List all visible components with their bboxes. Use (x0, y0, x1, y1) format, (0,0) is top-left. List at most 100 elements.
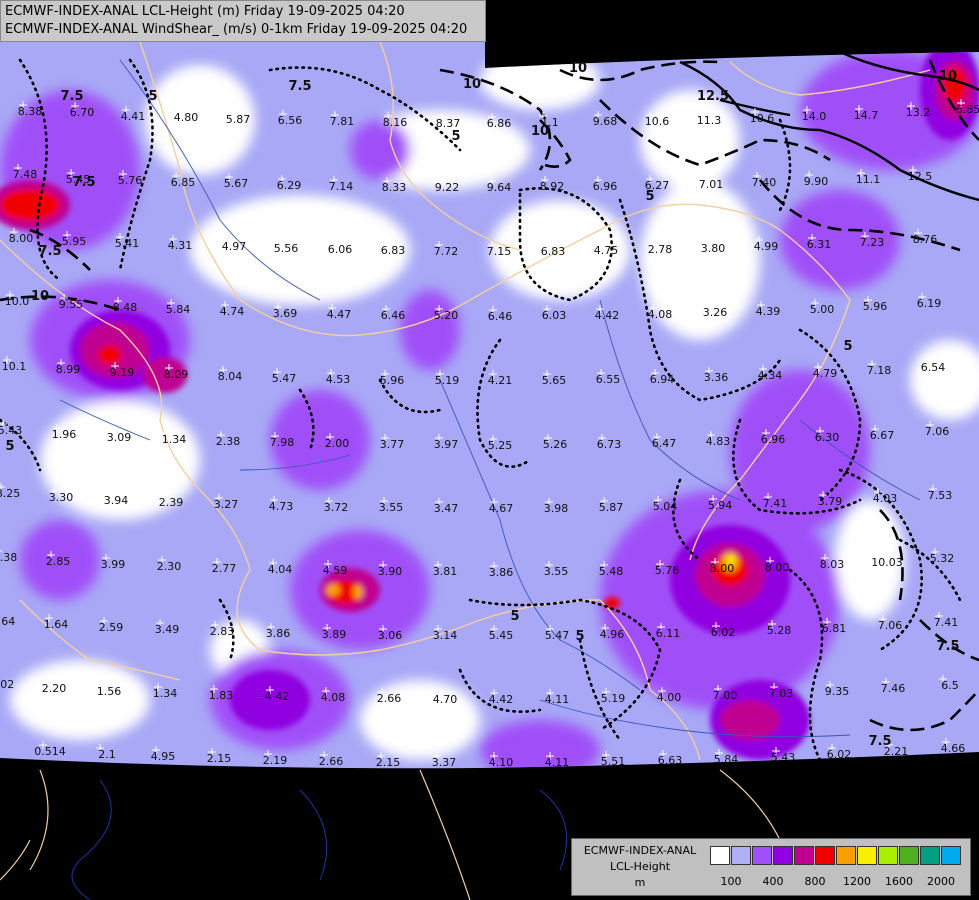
wind-shear-value: 6.19 (917, 297, 942, 310)
wind-shear-value: 7.01 (699, 178, 724, 191)
legend-tick: 1200 (843, 875, 871, 888)
wind-shear-value: 8.00 (9, 232, 34, 245)
contour-label: 5 (451, 129, 460, 144)
contour-label: 5 (843, 339, 852, 354)
wind-shear-value: 3.90 (378, 565, 403, 578)
wind-shear-value: 3.77 (380, 438, 405, 451)
wind-shear-value: 6.56 (278, 114, 303, 127)
wind-shear-value: 8.00 (710, 562, 735, 575)
wind-shear-value: 4.21 (488, 374, 513, 387)
wind-shear-value: 4.10 (489, 756, 514, 769)
wind-shear-value: 6.83 (541, 245, 566, 258)
wind-shear-value: 5.94 (708, 499, 733, 512)
wind-shear-value: 9.64 (487, 181, 512, 194)
wind-shear-value: 5.87 (226, 113, 251, 126)
wind-shear-value: 8.92 (540, 180, 565, 193)
wind-shear-value: 11.1 (856, 173, 881, 186)
wind-shear-value: 8.03 (820, 558, 845, 571)
wind-shear-value: 3.69 (273, 307, 298, 320)
wind-shear-value: 5.32 (930, 552, 955, 565)
wind-shear-value: 2.77 (212, 562, 237, 575)
wind-shear-value: 3.94 (104, 494, 129, 507)
wind-shear-value: 4.42 (595, 309, 620, 322)
wind-shear-value: 3.26 (703, 306, 728, 319)
wind-shear-value: 3.36 (704, 371, 729, 384)
wind-shear-value: 4.75 (594, 244, 619, 257)
wind-shear-value: 2.15 (207, 752, 232, 765)
wind-shear-value: 3.30 (49, 491, 74, 504)
wind-shear-value: 4.95 (151, 750, 176, 763)
wind-shear-value: 4.39 (756, 305, 781, 318)
wind-shear-value: 5.76 (655, 564, 680, 577)
wind-shear-value: 2.19 (263, 754, 288, 767)
wind-shear-value: 5.04 (653, 500, 678, 513)
contour-label: 7.5 (60, 89, 83, 104)
legend: ECMWF-INDEX-ANAL LCL-Height m 100 400 800 1… (571, 838, 971, 896)
wind-shear-value: 4.42 (489, 693, 514, 706)
wind-shear-value: 2.1 (98, 748, 116, 761)
wind-shear-value: 3.81 (433, 565, 458, 578)
wind-shear-value: 7.06 (878, 619, 903, 632)
wind-shear-value: 9.22 (435, 181, 460, 194)
contour-label: 10 (569, 61, 587, 76)
header-line-1: ECMWF-INDEX-ANAL LCL-Height (m) Friday 1… (5, 4, 405, 19)
wind-shear-value: 6.38 (0, 551, 17, 564)
wind-shear-value: 6.70 (70, 106, 95, 119)
wind-shear-value: 4.31 (168, 239, 193, 252)
wind-shear-value: 4.11 (545, 756, 570, 769)
wind-shear-value: 7.06 (925, 425, 950, 438)
wind-shear-value: 6.06 (328, 243, 353, 256)
wind-shear-value: 3.55 (379, 501, 404, 514)
wind-shear-value: 9.55 (59, 298, 84, 311)
wind-shear-value: 8.38 (18, 105, 43, 118)
wind-shear-value: 6.55 (596, 373, 621, 386)
wind-shear-value: 6.96 (761, 433, 786, 446)
wind-shear-value: 4.80 (174, 111, 199, 124)
contour-label: 10 (31, 289, 49, 304)
wind-shear-value: 6.81 (822, 622, 847, 635)
wind-shear-value: 8.33 (382, 181, 407, 194)
wind-shear-value: 5.96 (380, 374, 405, 387)
wind-shear-value: 10.1 (2, 360, 27, 373)
wind-shear-value: 5.76 (118, 174, 143, 187)
legend-swatch (857, 846, 877, 865)
legend-swatch (899, 846, 919, 865)
wind-shear-value: 6.83 (381, 244, 406, 257)
wind-shear-value: 3.27 (214, 498, 239, 511)
wind-shear-value: 2.00 (325, 437, 350, 450)
wind-shear-value: 2.66 (319, 755, 344, 768)
contour-label: 5 (575, 629, 584, 644)
wind-shear-value: 7.00 (713, 689, 738, 702)
wind-shear-value: 4.79 (813, 367, 838, 380)
wind-shear-value: 6.02 (827, 748, 852, 761)
wind-shear-value: 5.45 (489, 629, 514, 642)
weather-map: 8.38 6.70 4.41 4.80 5.87 6.56 7.81 8.16 8.37 6.86… (0, 0, 979, 900)
wind-shear-value: 7.40 (752, 176, 777, 189)
wind-shear-value: 5.43 (771, 751, 796, 764)
wind-shear-value: 2.39 (159, 496, 184, 509)
wind-shear-value: 3.80 (701, 242, 726, 255)
wind-shear-value: 11.3 (697, 114, 722, 127)
wind-shear-value: 8.00 (765, 561, 790, 574)
wind-shear-value: 6.85 (171, 176, 196, 189)
wind-shear-value: 6.96 (593, 180, 618, 193)
wind-shear-value: 4.53 (326, 373, 351, 386)
wind-shear-value: 4.00 (657, 691, 682, 704)
wind-shear-value: 4.08 (321, 691, 346, 704)
wind-shear-value: 8.16 (383, 116, 408, 129)
wind-shear-value: 7.14 (329, 180, 354, 193)
wind-shear-value: 3.86 (489, 566, 514, 579)
wind-shear-value: 5.84 (166, 303, 191, 316)
wind-shear-value: 3.99 (101, 558, 126, 571)
wind-shear-value: 10.0 (5, 295, 30, 308)
wind-shear-value: 7.48 (13, 168, 38, 181)
wind-shear-value: 7.53 (928, 489, 953, 502)
wind-shear-value: 5.87 (599, 501, 624, 514)
wind-shear-value: 10.6 (750, 112, 775, 125)
wind-shear-value: 14.0 (802, 110, 827, 123)
wind-shear-value: 4.42 (265, 690, 290, 703)
legend-title-line-1: ECMWF-INDEX-ANAL (583, 844, 697, 857)
legend-swatch (731, 846, 751, 865)
legend-swatch (773, 846, 793, 865)
wind-shear-value: 9.68 (593, 115, 618, 128)
